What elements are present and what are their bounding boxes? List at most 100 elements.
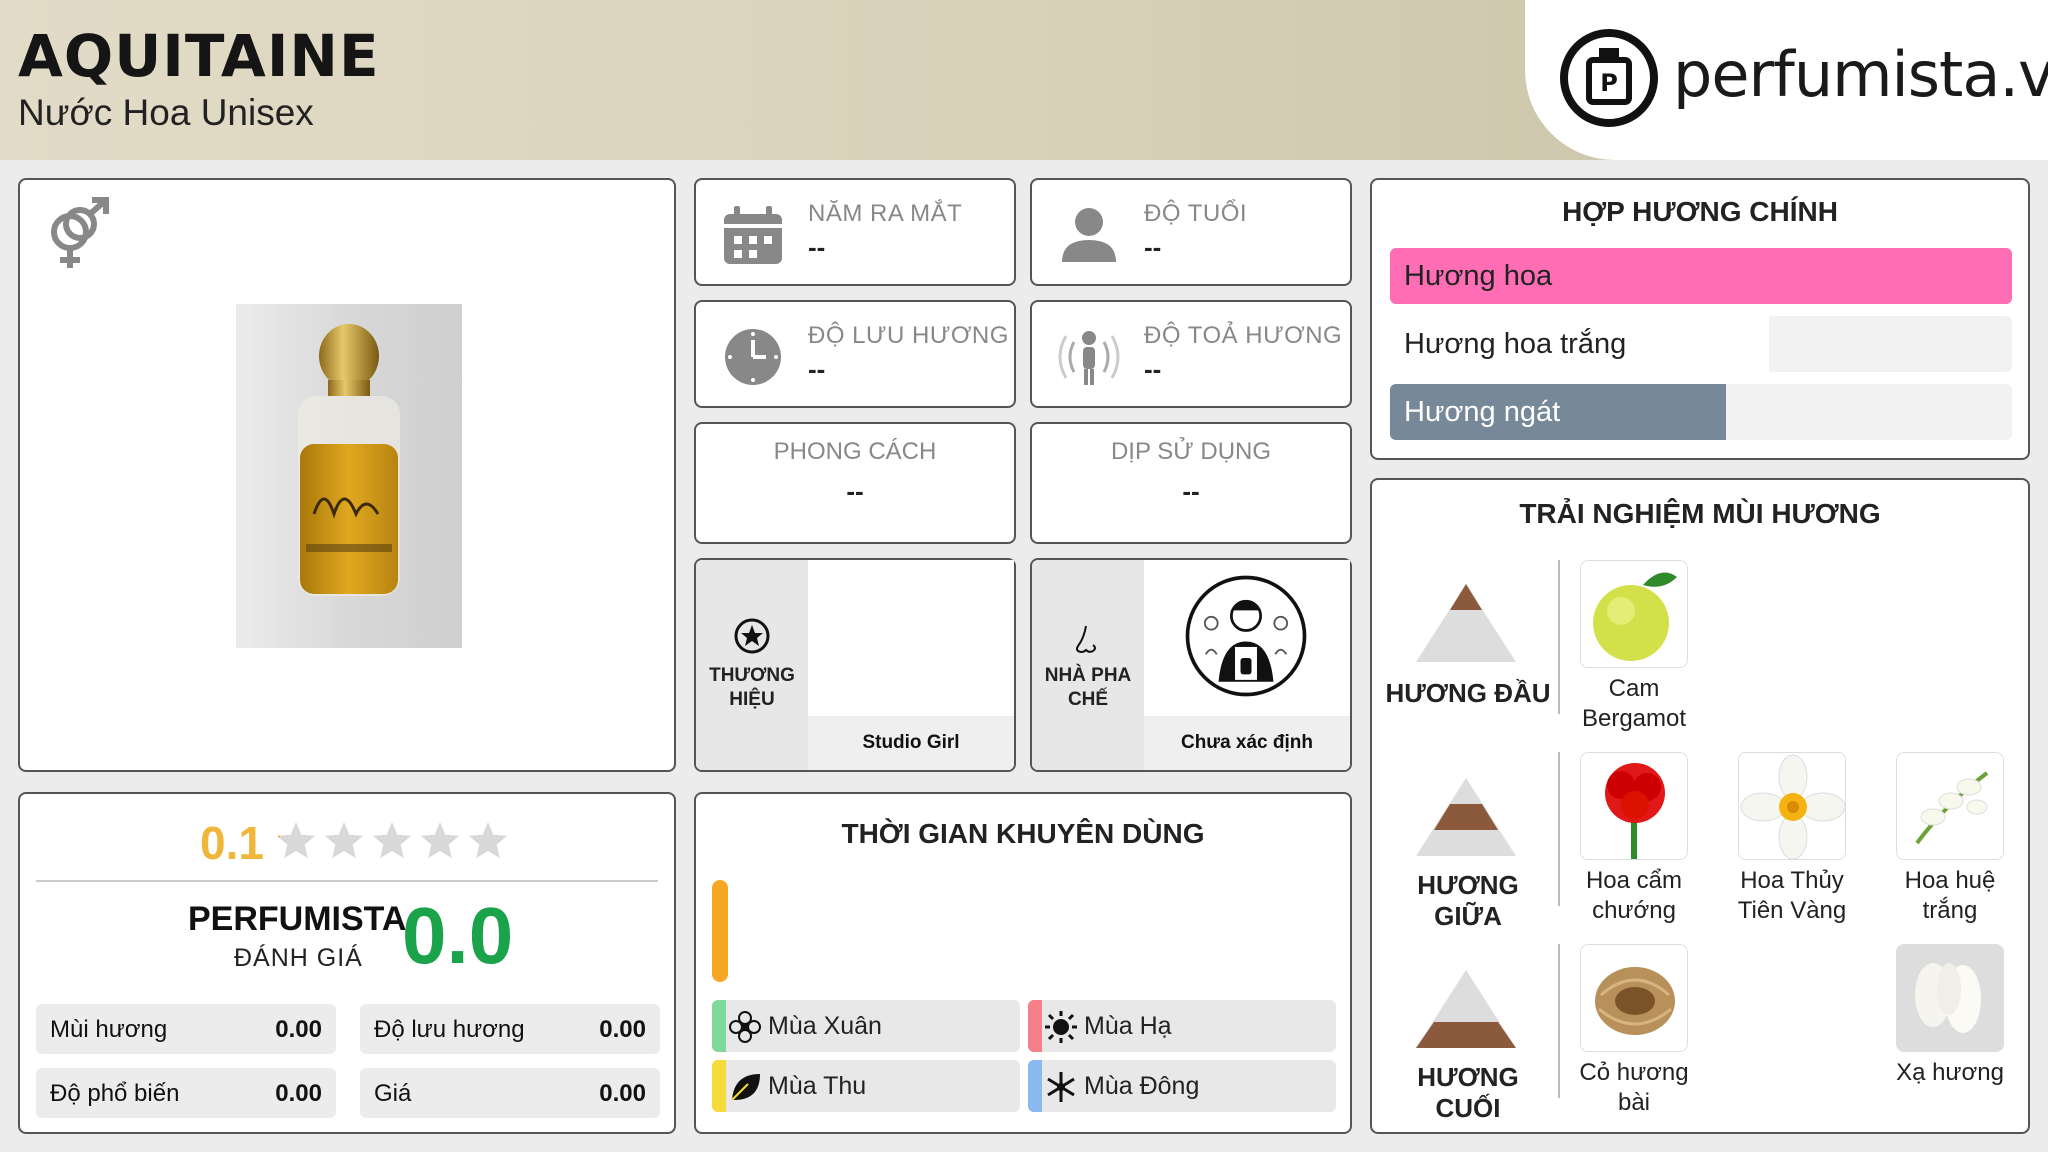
note-label-tuberose-line1: Hoa huệ xyxy=(1904,867,1996,894)
recommended-time-card: THỜI GIAN KHUYÊN DÙNG Mùa Xuân Mùa Hạ Mù… xyxy=(694,792,1352,1134)
top-notes-label: HƯƠNG ĐẦU xyxy=(1385,678,1551,708)
snowflake-icon xyxy=(1047,1072,1075,1102)
flower-icon xyxy=(729,1011,761,1043)
note-image-musk[interactable] xyxy=(1896,944,2004,1052)
note-image-bergamot[interactable] xyxy=(1580,560,1688,668)
perfume-title: AQUITAINE xyxy=(18,22,380,90)
accord-label: Hương hoa xyxy=(1404,260,1553,292)
longevity-value: -- xyxy=(808,354,826,384)
time-of-day-bar xyxy=(712,880,728,982)
season-color-bar xyxy=(712,1000,726,1052)
note-label-daffodil-line2: Tiên Vàng xyxy=(1737,897,1847,924)
brand-label-line1: THƯƠNG xyxy=(709,665,795,686)
accord-bar: Hương hoa trắng xyxy=(1390,316,2012,372)
season-winter: Mùa Đông xyxy=(1028,1060,1336,1112)
metric-label: Độ phổ biến xyxy=(50,1080,180,1107)
star-icon[interactable] xyxy=(421,822,459,859)
metric-value: 0.00 xyxy=(599,1080,646,1107)
logo-area[interactable]: P perfumista.vn xyxy=(1525,0,2048,160)
clock-icon xyxy=(725,329,781,385)
metric-scent: Mùi hương 0.00 xyxy=(36,1004,336,1054)
daffodil-flower-icon xyxy=(1739,753,1845,859)
note-label-vetiver-line1: Cỏ hương xyxy=(1579,1059,1689,1086)
perfumista-rating-sublabel: ĐÁNH GIÁ xyxy=(234,944,363,972)
season-color-bar xyxy=(1028,1060,1042,1112)
star-icon[interactable] xyxy=(469,822,507,859)
unisex-gender-icon xyxy=(51,197,109,268)
user-icon xyxy=(1062,208,1116,262)
sun-icon xyxy=(1045,1011,1077,1043)
perfumer-avatar-icon xyxy=(1185,575,1307,697)
perfumer-label-line1: NHÀ PHA xyxy=(1044,665,1132,686)
star-icon[interactable] xyxy=(277,822,315,859)
occasion-card: DỊP SỬ DỤNG -- xyxy=(1030,422,1352,544)
top-notes-pyramid-icon xyxy=(1416,584,1516,662)
scent-experience-card: TRẢI NGHIỆM MÙI HƯƠNG HƯƠNG ĐẦU Cam Berg… xyxy=(1370,478,2030,1134)
recommended-time-title: THỜI GIAN KHUYÊN DÙNG xyxy=(841,818,1205,849)
musk-cotton-icon xyxy=(1897,945,2003,1051)
perfumer-card[interactable]: NHÀ PHA CHẾ Chưa xác định xyxy=(1030,558,1352,772)
svg-text:P: P xyxy=(1600,69,1618,97)
perfume-bottle-image xyxy=(236,304,462,648)
note-image-vetiver[interactable] xyxy=(1580,944,1688,1052)
scent-experience-title: TRẢI NGHIỆM MÙI HƯƠNG xyxy=(1519,498,1881,529)
age-value: -- xyxy=(1144,232,1162,262)
rating-card: 0.1 PERFUMISTA ĐÁNH GIÁ 0.0 Mùi hương 0.… xyxy=(18,792,676,1134)
note-label-vetiver-line2: bài xyxy=(1617,1089,1651,1116)
base-notes-label: HƯƠNG CUỐI xyxy=(1417,1062,1519,1123)
brand-label-line2: HIỆU xyxy=(729,689,775,710)
age-card: ĐỘ TUỔI -- xyxy=(1030,178,1352,286)
sillage-card: ĐỘ TOẢ HƯƠNG -- xyxy=(1030,300,1352,408)
season-label: Mùa Hạ xyxy=(1084,1012,1172,1040)
metric-price: Giá 0.00 xyxy=(360,1068,660,1118)
occasion-value: -- xyxy=(1182,476,1200,506)
star-icon[interactable] xyxy=(325,822,363,859)
vetiver-root-icon xyxy=(1581,945,1687,1051)
brand-card[interactable]: THƯƠNG HIỆU Studio Girl xyxy=(694,558,1016,772)
release-year-card: NĂM RA MẮT -- xyxy=(694,178,1016,286)
main-accords-card: HỢP HƯƠNG CHÍNH Hương hoa Hương hoa trắng… xyxy=(1370,178,2030,460)
note-image-daffodil[interactable] xyxy=(1738,752,1846,860)
season-label: Mùa Xuân xyxy=(768,1012,882,1040)
metric-label: Mùi hương xyxy=(50,1016,168,1043)
accord-label: Hương ngát xyxy=(1404,396,1561,428)
base-notes-pyramid-icon xyxy=(1416,970,1516,1048)
perfumer-label-panel: NHÀ PHA CHẾ xyxy=(1032,560,1144,770)
leaf-icon xyxy=(731,1074,760,1101)
note-label-carnation-line1: Hoa cẩm xyxy=(1585,867,1683,894)
note-image-tuberose[interactable] xyxy=(1896,752,2004,860)
star-icon[interactable] xyxy=(373,822,411,859)
occasion-label: DỊP SỬ DỤNG xyxy=(1110,438,1272,465)
season-label: Mùa Thu xyxy=(768,1072,867,1100)
release-year-value: -- xyxy=(808,232,826,262)
header: AQUITAINE Nước Hoa Unisex P perfumista.v… xyxy=(0,0,2048,160)
perfumer-label-line2: CHẾ xyxy=(1067,689,1109,710)
bergamot-fruit-icon xyxy=(1581,561,1687,667)
calendar-icon xyxy=(724,206,782,264)
season-summer: Mùa Hạ xyxy=(1028,1000,1336,1052)
note-label-musk-line1: Xạ hương xyxy=(1896,1059,2004,1086)
tuberose-flower-icon xyxy=(1897,753,2003,859)
perfume-bottle-logo-icon: P xyxy=(1560,29,1658,127)
note-image-carnation[interactable] xyxy=(1580,752,1688,860)
star-badge-icon xyxy=(734,618,770,654)
longevity-label: ĐỘ LƯU HƯƠNG xyxy=(808,322,1009,349)
sillage-value: -- xyxy=(1144,354,1162,384)
accord-label: Hương hoa trắng xyxy=(1404,328,1627,360)
note-label-carnation-line2: chướng xyxy=(1592,897,1676,924)
season-color-bar xyxy=(1028,1000,1042,1052)
carnation-flower-icon xyxy=(1581,753,1687,859)
perfumista-rating-label: PERFUMISTA xyxy=(188,900,407,938)
style-card: PHONG CÁCH -- xyxy=(694,422,1016,544)
season-label: Mùa Đông xyxy=(1084,1072,1200,1100)
sillage-person-icon xyxy=(1058,331,1120,385)
main-accords-title: HỢP HƯƠNG CHÍNH xyxy=(1562,196,1838,227)
brand-logo-image xyxy=(808,560,1014,716)
metric-longevity: Độ lưu hương 0.00 xyxy=(360,1004,660,1054)
metric-label: Độ lưu hương xyxy=(374,1016,525,1043)
sillage-label: ĐỘ TOẢ HƯƠNG xyxy=(1144,322,1343,349)
star-rating[interactable] xyxy=(272,814,512,870)
accord-bar: Hương hoa xyxy=(1390,248,2012,304)
brand-value: Studio Girl xyxy=(808,716,1014,770)
style-label: PHONG CÁCH xyxy=(773,438,937,465)
